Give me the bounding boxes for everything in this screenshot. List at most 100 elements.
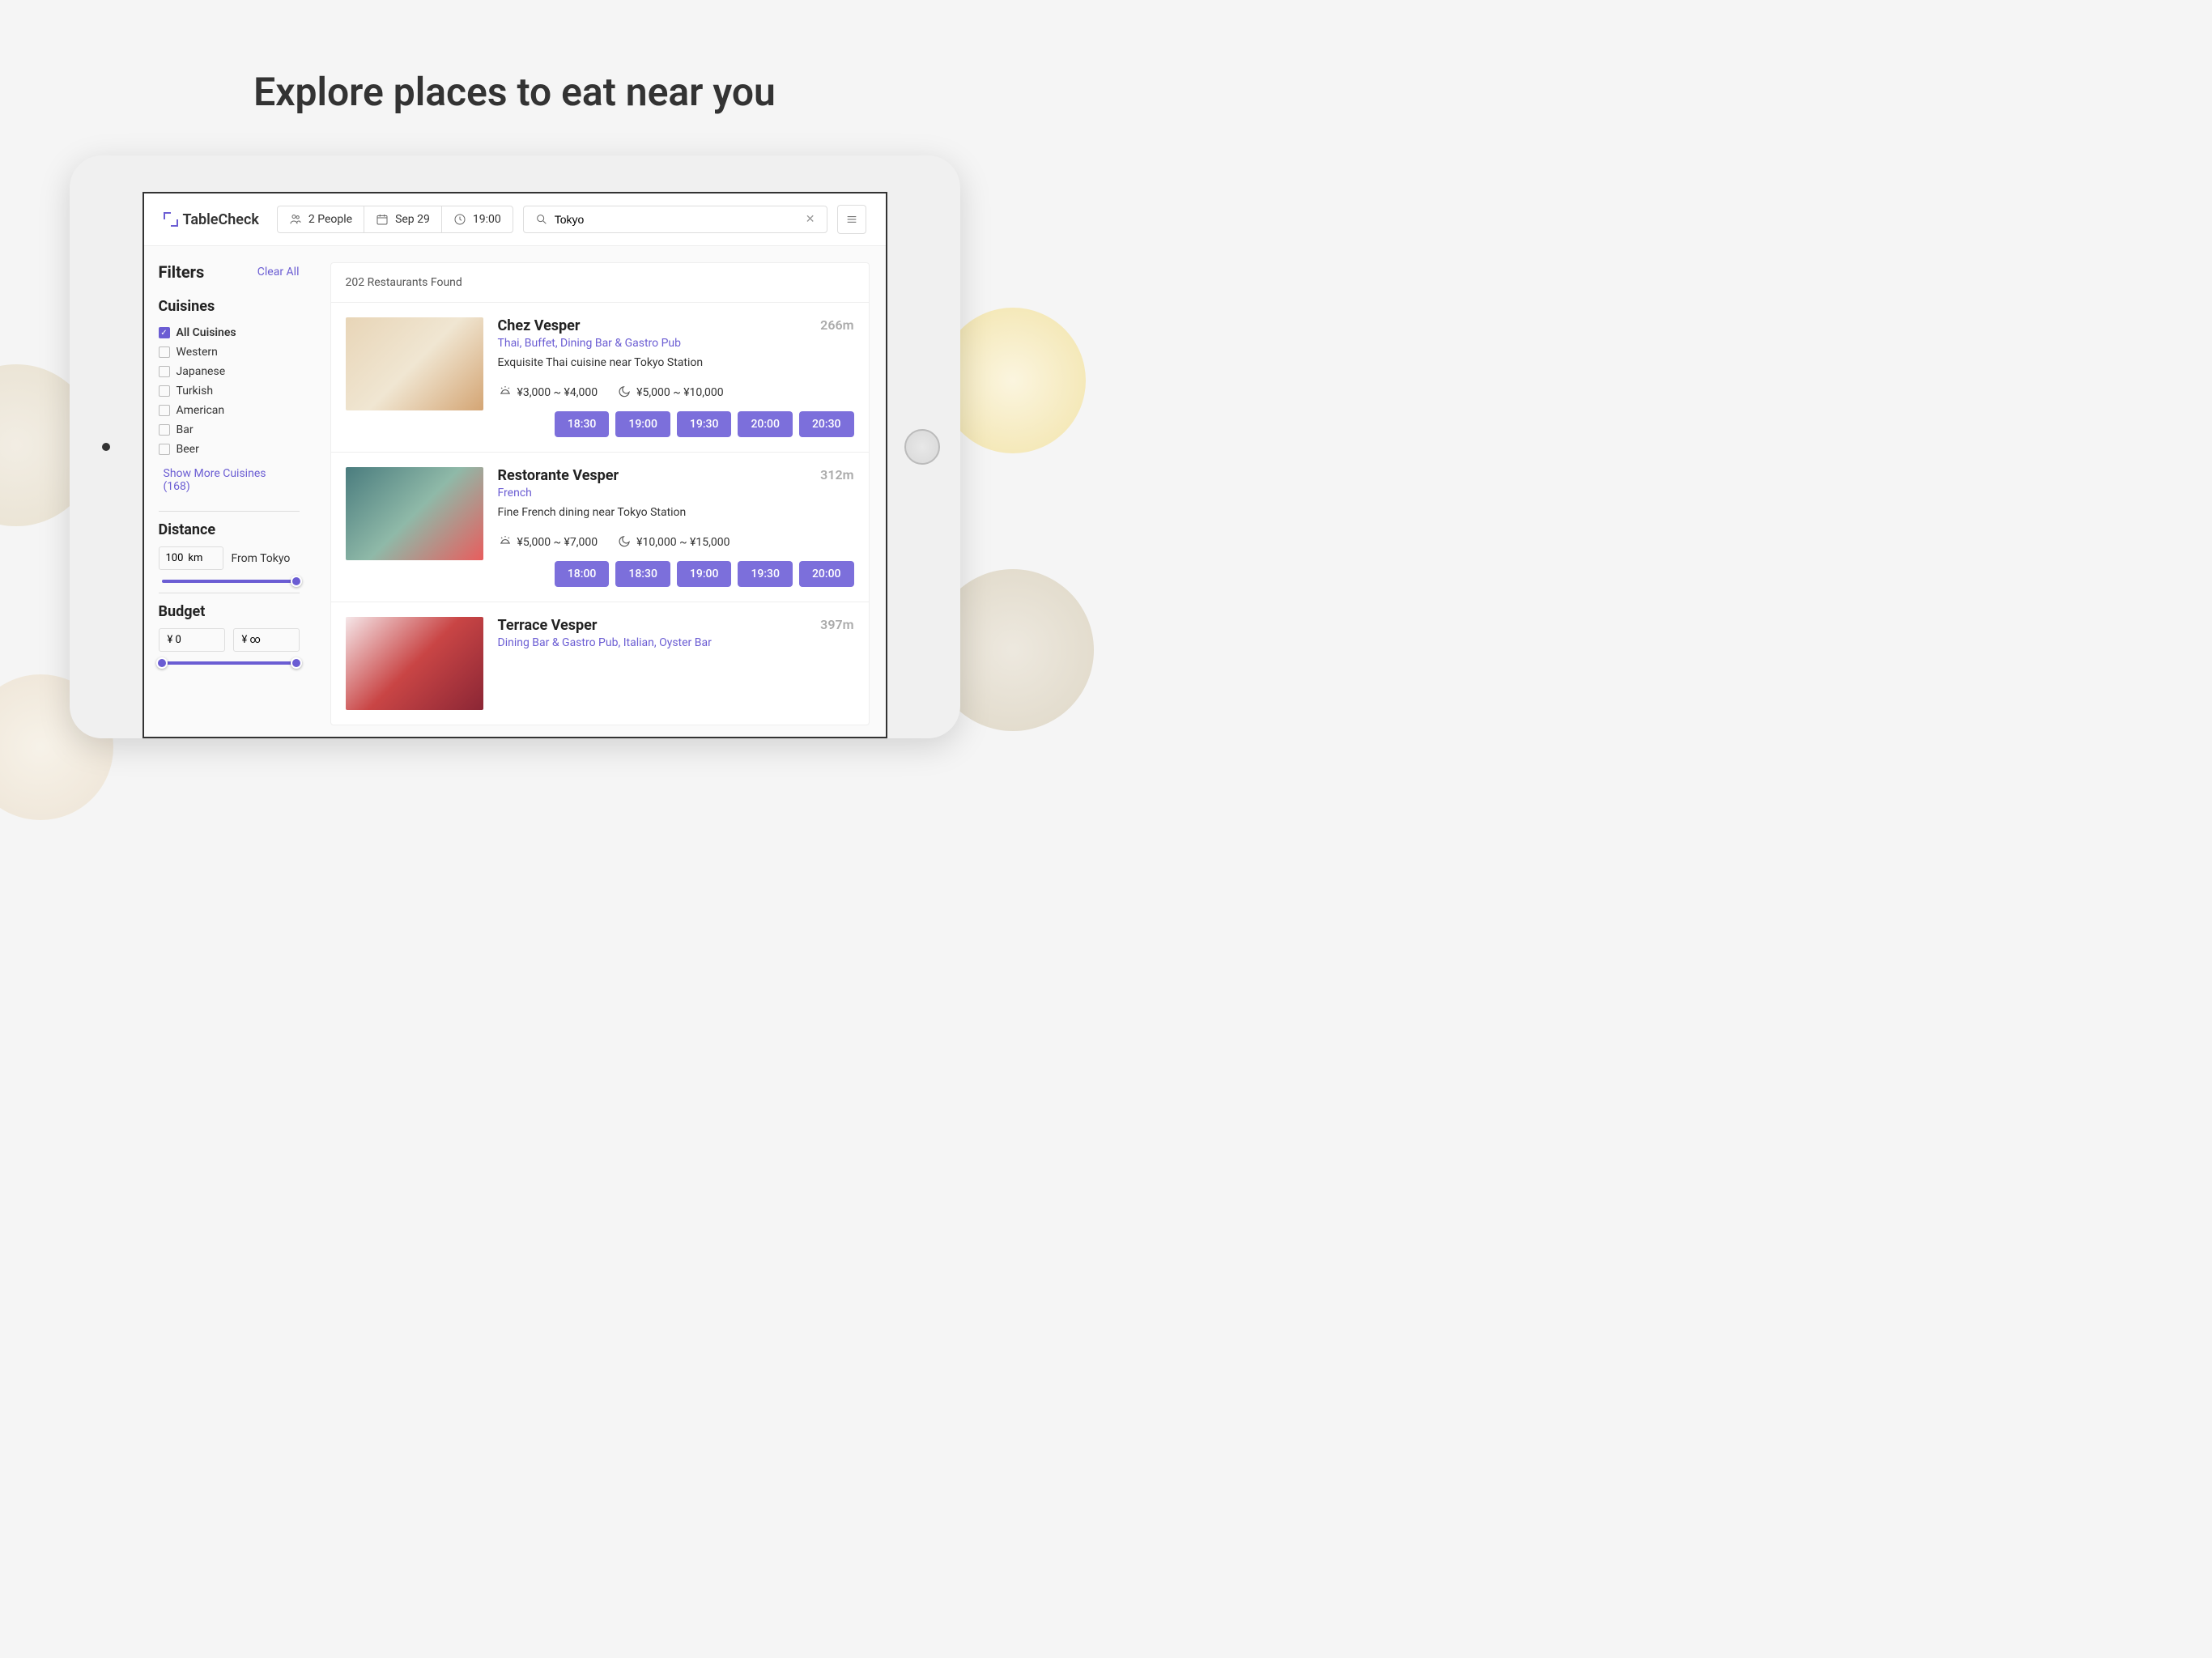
- checkbox[interactable]: [159, 444, 170, 455]
- tablet-frame: TableCheck 2 People Sep 29 19:00: [70, 155, 960, 738]
- restaurant-distance: 312m: [820, 467, 853, 483]
- dinner-icon: [617, 384, 632, 402]
- time-slot-button[interactable]: 19:00: [677, 561, 732, 587]
- cuisine-label: Japanese: [177, 365, 226, 378]
- distance-input[interactable]: 100 km: [159, 546, 223, 570]
- lunch-price: ¥3,000 ~ ¥4,000: [517, 386, 598, 399]
- lunch-price: ¥5,000 ~ ¥7,000: [517, 536, 598, 549]
- date-selector[interactable]: Sep 29: [364, 206, 442, 232]
- slider-thumb[interactable]: [291, 576, 302, 587]
- dinner-price: ¥10,000 ~ ¥15,000: [636, 536, 730, 549]
- people-selector[interactable]: 2 People: [278, 206, 364, 232]
- results-count: 202 Restaurants Found: [331, 263, 869, 302]
- budget-title: Budget: [159, 603, 300, 620]
- logo-text: TableCheck: [183, 211, 259, 228]
- cuisine-label: Turkish: [177, 385, 214, 397]
- time-slots-row: 18:0018:30 19:0019:3020:00: [498, 561, 854, 587]
- restaurant-image: [346, 617, 483, 710]
- restaurant-description: Fine French dining near Tokyo Station: [498, 506, 854, 519]
- lunch-icon: [498, 384, 513, 402]
- filters-sidebar: Filters Clear All Cuisines All CuisinesW…: [144, 246, 314, 737]
- cuisine-label: Bar: [177, 423, 194, 436]
- cuisine-option[interactable]: American: [159, 401, 300, 420]
- time-slot-button[interactable]: 18:30: [555, 411, 610, 437]
- price-row: ¥3,000 ~ ¥4,000 ¥5,000 ~ ¥10,000: [498, 384, 854, 402]
- budget-min-input[interactable]: ¥ 0: [159, 628, 225, 652]
- time-slot-button[interactable]: 19:30: [677, 411, 732, 437]
- slider-thumb-max[interactable]: [291, 657, 302, 669]
- divider: [159, 511, 300, 512]
- hamburger-icon: [845, 213, 858, 226]
- restaurant-tags: Dining Bar & Gastro Pub, Italian, Oyster…: [498, 636, 854, 649]
- restaurant-name: Chez Vesper: [498, 317, 581, 334]
- time-slot-button[interactable]: 19:00: [615, 411, 670, 437]
- app-screen: TableCheck 2 People Sep 29 19:00: [143, 192, 887, 738]
- cuisine-option[interactable]: Bar: [159, 420, 300, 440]
- restaurant-name: Restorante Vesper: [498, 467, 619, 484]
- time-slot-button[interactable]: 20:00: [799, 561, 854, 587]
- restaurant-card[interactable]: Chez Vesper 266m Thai, Buffet, Dining Ba…: [331, 302, 869, 452]
- search-group: 2 People Sep 29 19:00: [277, 206, 513, 233]
- checkbox[interactable]: [159, 405, 170, 416]
- time-slot-button[interactable]: 19:30: [738, 561, 793, 587]
- restaurant-distance: 266m: [820, 317, 853, 333]
- logo-icon: [164, 212, 178, 227]
- lunch-icon: [498, 534, 513, 551]
- time-selector[interactable]: 19:00: [442, 206, 513, 232]
- show-more-cuisines[interactable]: Show More Cuisines (168): [159, 459, 300, 501]
- logo[interactable]: TableCheck: [164, 211, 259, 228]
- budget-max-input[interactable]: ¥ ∞: [233, 628, 300, 652]
- cuisine-option[interactable]: Japanese: [159, 362, 300, 381]
- distance-slider[interactable]: [162, 580, 296, 583]
- checkbox[interactable]: [159, 385, 170, 397]
- restaurant-card[interactable]: Restorante Vesper 312m French Fine Frenc…: [331, 452, 869, 602]
- cuisine-label: American: [177, 404, 225, 417]
- time-slot-button[interactable]: 18:00: [555, 561, 610, 587]
- clear-all-filters[interactable]: Clear All: [257, 266, 300, 278]
- results-card: 202 Restaurants Found Chez Vesper 266m T…: [330, 262, 870, 725]
- clock-icon: [453, 213, 466, 226]
- restaurant-tags: Thai, Buffet, Dining Bar & Gastro Pub: [498, 337, 854, 350]
- budget-slider[interactable]: [162, 661, 296, 665]
- search-icon: [535, 213, 548, 226]
- hero-title: Explore places to eat near you: [0, 0, 1029, 155]
- slider-thumb-min[interactable]: [156, 657, 168, 669]
- distance-from-label: From Tokyo: [232, 552, 291, 565]
- people-value: 2 People: [308, 213, 352, 226]
- tablet-camera-dot: [102, 443, 110, 451]
- time-slots-row: 18:3019:00 19:3020:0020:30: [498, 411, 854, 437]
- cuisine-label: Beer: [177, 443, 199, 456]
- cuisine-option[interactable]: All Cuisines: [159, 323, 300, 342]
- checkbox[interactable]: [159, 346, 170, 358]
- results-panel: 202 Restaurants Found Chez Vesper 266m T…: [314, 246, 886, 737]
- content-area: Filters Clear All Cuisines All CuisinesW…: [144, 246, 886, 737]
- restaurant-image: [346, 317, 483, 410]
- time-slot-button[interactable]: 20:00: [738, 411, 793, 437]
- cuisine-option[interactable]: Turkish: [159, 381, 300, 401]
- clear-location-icon[interactable]: ✕: [806, 213, 815, 226]
- restaurant-image: [346, 467, 483, 560]
- menu-button[interactable]: [837, 205, 866, 234]
- restaurant-card[interactable]: Terrace Vesper 397m Dining Bar & Gastro …: [331, 602, 869, 725]
- cuisine-option[interactable]: Beer: [159, 440, 300, 459]
- location-search[interactable]: ✕: [523, 206, 827, 233]
- checkbox[interactable]: [159, 327, 170, 338]
- cuisines-title: Cuisines: [159, 298, 300, 315]
- cuisine-label: All Cuisines: [177, 326, 236, 339]
- time-value: 19:00: [473, 213, 501, 226]
- restaurant-tags: French: [498, 487, 854, 500]
- time-slot-button[interactable]: 18:30: [615, 561, 670, 587]
- cuisine-option[interactable]: Western: [159, 342, 300, 362]
- time-slot-button[interactable]: 20:30: [799, 411, 854, 437]
- calendar-icon: [376, 213, 389, 226]
- restaurant-distance: 397m: [820, 617, 853, 632]
- date-value: Sep 29: [395, 213, 430, 226]
- background-food-image: [940, 308, 1086, 453]
- distance-value: 100: [166, 552, 184, 564]
- tablet-home-button: [904, 429, 940, 465]
- checkbox[interactable]: [159, 424, 170, 436]
- distance-title: Distance: [159, 521, 300, 538]
- checkbox[interactable]: [159, 366, 170, 377]
- restaurant-description: Exquisite Thai cuisine near Tokyo Statio…: [498, 356, 854, 369]
- location-input[interactable]: [555, 213, 799, 226]
